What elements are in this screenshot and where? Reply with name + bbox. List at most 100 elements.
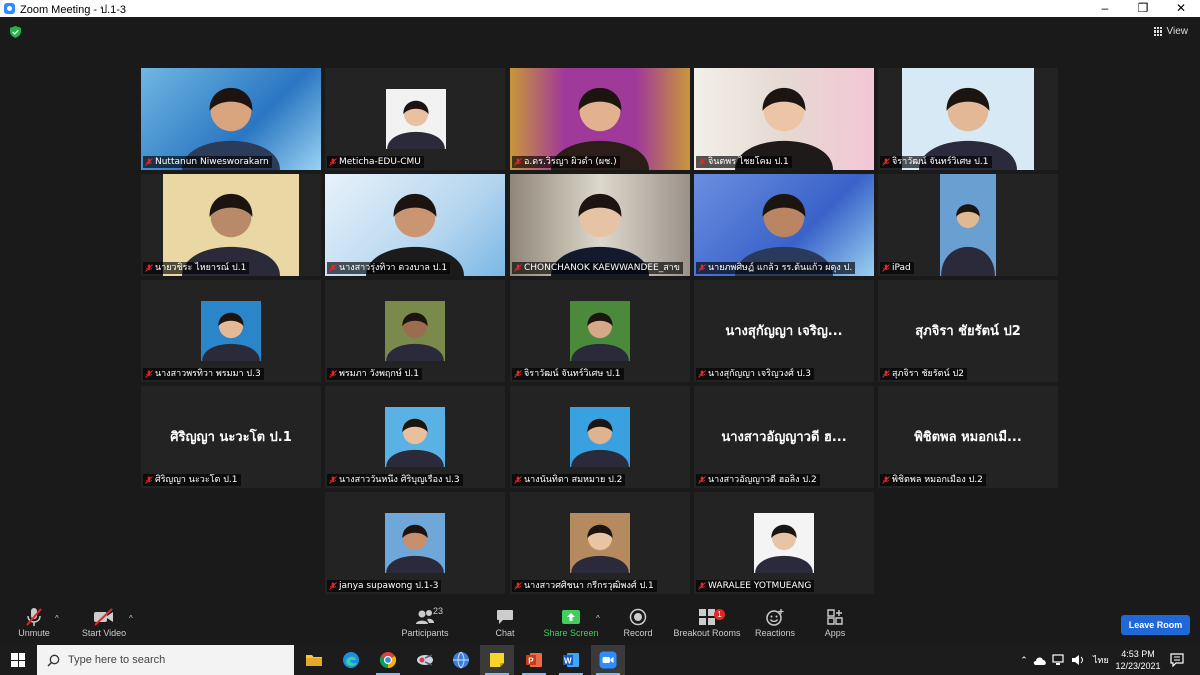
- participant-tile[interactable]: janya supawong ป.1-3: [325, 492, 505, 594]
- record-icon: [629, 608, 647, 626]
- muted-mic-icon: [882, 370, 890, 378]
- participant-video: [940, 174, 996, 276]
- breakout-rooms-label: Breakout Rooms: [673, 628, 741, 638]
- participant-name: จิราวัฒน์ จันทร์วิเศษ ป.1: [892, 157, 989, 167]
- participant-person-figure: [755, 524, 813, 573]
- participant-tile[interactable]: สุภจิรา ชัยรัตน์ ป2 สุภจิรา ชัยรัตน์ ป2: [878, 280, 1058, 382]
- notifications-icon[interactable]: [1170, 653, 1184, 667]
- view-button[interactable]: View: [1153, 26, 1188, 37]
- participant-tile[interactable]: นางนันทิตา สมหมาย ป.2: [510, 386, 690, 488]
- record-button[interactable]: Record: [603, 606, 673, 638]
- participant-tile[interactable]: จินตพร ไชยโคม ป.1: [694, 68, 874, 170]
- participant-tile[interactable]: นายวชิระ ไหยารณ์ ป.1: [141, 174, 321, 276]
- participant-tile[interactable]: นางสุกัญญา เจริญ... นางสุกัญญา เจริญวงศ์…: [694, 280, 874, 382]
- muted-mic-icon: [698, 370, 706, 378]
- participant-video: [385, 301, 445, 361]
- participant-name-label: นายวชิระ ไหยารณ์ ป.1: [143, 262, 250, 274]
- participant-tile[interactable]: พิชิตพล หมอกเมื... พิชิตพล หมอกเมือง ป.2: [878, 386, 1058, 488]
- participant-tile[interactable]: พรมภา วังพฤกษ์ ป.1: [325, 280, 505, 382]
- participant-person-figure: [366, 193, 464, 276]
- zoom-taskbar-icon[interactable]: [591, 645, 625, 675]
- muted-mic-icon: [329, 158, 337, 166]
- participant-tile[interactable]: ศิริญญา นะวะโต ป.1 ศิริญญา นะวะโต ป.1: [141, 386, 321, 488]
- muted-mic-icon: [698, 158, 706, 166]
- file-explorer-icon[interactable]: [297, 645, 331, 675]
- participant-tile[interactable]: นางสาวพรทิวา พรมมา ป.3: [141, 280, 321, 382]
- grid-view-icon: [1153, 27, 1163, 36]
- minimize-button[interactable]: –: [1086, 0, 1124, 17]
- taskbar-search-box[interactable]: Type here to search: [37, 645, 294, 675]
- globe-app-icon[interactable]: [444, 645, 478, 675]
- share-screen-label: Share Screen: [543, 628, 599, 638]
- apps-icon: [827, 609, 843, 625]
- audio-options-caret[interactable]: ^: [55, 614, 59, 623]
- windows-start-icon[interactable]: [11, 653, 25, 667]
- participant-tile[interactable]: นางสาวศศิชนา กรีกรวุฒิพงศ์ ป.1: [510, 492, 690, 594]
- participant-tile[interactable]: นางสาวอัญญาวดี ฮ... นางสาวอัญญาวดี ฮอลิ่…: [694, 386, 874, 488]
- video-options-caret[interactable]: ^: [129, 614, 133, 623]
- participant-name: นางสาวอัญญาวดี ฮอลิ่ง ป.2: [708, 475, 817, 485]
- volume-icon[interactable]: [1071, 654, 1085, 666]
- apps-button[interactable]: Apps: [800, 606, 870, 638]
- show-hidden-icons-chevron-icon[interactable]: ⌃: [1016, 655, 1032, 666]
- participant-tile[interactable]: จิราวัฒน์ จันทร์วิเศษ ป.1: [510, 280, 690, 382]
- participant-video: [385, 407, 445, 467]
- taskbar-clock[interactable]: 4:53 PM 12/23/2021: [1108, 648, 1168, 672]
- unmute-label: Unmute: [18, 628, 50, 638]
- edge-browser-icon[interactable]: [334, 645, 368, 675]
- participant-tile[interactable]: นางสาววันหนึ่ง ศิริบุญเรือง ป.3: [325, 386, 505, 488]
- sticky-notes-icon[interactable]: [480, 645, 514, 675]
- participant-video: [694, 68, 874, 170]
- participant-video: [570, 407, 630, 467]
- participant-tile[interactable]: CHONCHANOK KAEWWANDEE_สาข: [510, 174, 690, 276]
- powerpoint-icon[interactable]: P: [517, 645, 551, 675]
- participant-tile[interactable]: Meticha-EDU-CMU: [325, 68, 505, 170]
- security-shield-icon[interactable]: [10, 26, 21, 38]
- participant-name: iPad: [892, 263, 911, 273]
- participant-name-label: พรมภา วังพฤกษ์ ป.1: [327, 368, 422, 380]
- chrome-browser-icon[interactable]: [371, 645, 405, 675]
- cloud-icon[interactable]: [1032, 654, 1048, 666]
- participants-button[interactable]: 23 Participants: [390, 606, 460, 638]
- word-icon[interactable]: W: [554, 645, 588, 675]
- breakout-rooms-button[interactable]: 1 Breakout Rooms: [672, 606, 742, 638]
- close-button[interactable]: ✕: [1162, 0, 1200, 17]
- participant-video: [386, 89, 446, 149]
- muted-mic-icon: [698, 582, 706, 590]
- chat-button[interactable]: Chat: [470, 606, 540, 638]
- participant-name: พรมภา วังพฤกษ์ ป.1: [339, 369, 419, 379]
- svg-text:W: W: [564, 657, 572, 666]
- participant-name-label: พิชิตพล หมอกเมือง ป.2: [880, 474, 986, 486]
- svg-text:P: P: [528, 657, 534, 666]
- participant-tile[interactable]: จิราวัฒน์ จันทร์วิเศษ ป.1: [878, 68, 1058, 170]
- leave-room-button[interactable]: Leave Room: [1121, 615, 1190, 635]
- muted-mic-icon: [145, 264, 153, 272]
- participant-video: [902, 68, 1034, 170]
- participant-name: นายวชิระ ไหยารณ์ ป.1: [155, 263, 247, 273]
- participant-name-label: จิราวัฒน์ จันทร์วิเศษ ป.1: [512, 368, 624, 380]
- participant-name-label: นางสาวรุ่งทิวา ดวงบาล ป.1: [327, 262, 451, 274]
- participant-video: [754, 513, 814, 573]
- search-icon: [47, 654, 60, 667]
- participant-tile[interactable]: นายภพศิษฏ์ แกล้ว รร.ต้นแก้ว ผดุง ป.: [694, 174, 874, 276]
- snipping-tool-icon[interactable]: [408, 645, 442, 675]
- muted-mic-icon: [514, 476, 522, 484]
- participants-count: 23: [433, 606, 444, 616]
- participant-name: WARALEE YOTMUEANG: [708, 581, 812, 591]
- meeting-gallery: View Nuttanun Niwesworakarn Meticha-EDU-…: [0, 17, 1200, 602]
- participants-icon: [416, 610, 434, 624]
- participant-tile[interactable]: อ.ดร.วิรญา ผิวดำ (ผช.): [510, 68, 690, 170]
- share-options-caret[interactable]: ^: [596, 614, 600, 623]
- participant-tile[interactable]: Nuttanun Niwesworakarn: [141, 68, 321, 170]
- participant-person-figure: [735, 87, 833, 170]
- maximize-button[interactable]: ❐: [1124, 0, 1162, 17]
- network-icon[interactable]: [1051, 654, 1067, 666]
- participant-person-figure: [941, 204, 995, 276]
- participant-name-label: จิราวัฒน์ จันทร์วิเศษ ป.1: [880, 156, 992, 168]
- input-language-indicator[interactable]: ไทย: [1093, 653, 1109, 667]
- participant-tile[interactable]: WARALEE YOTMUEANG: [694, 492, 874, 594]
- participant-name-display: นางสาวอัญญาวดี ฮ...: [721, 430, 847, 445]
- participant-tile[interactable]: iPad: [878, 174, 1058, 276]
- microphone-muted-icon: [26, 608, 42, 626]
- participant-tile[interactable]: นางสาวรุ่งทิวา ดวงบาล ป.1: [325, 174, 505, 276]
